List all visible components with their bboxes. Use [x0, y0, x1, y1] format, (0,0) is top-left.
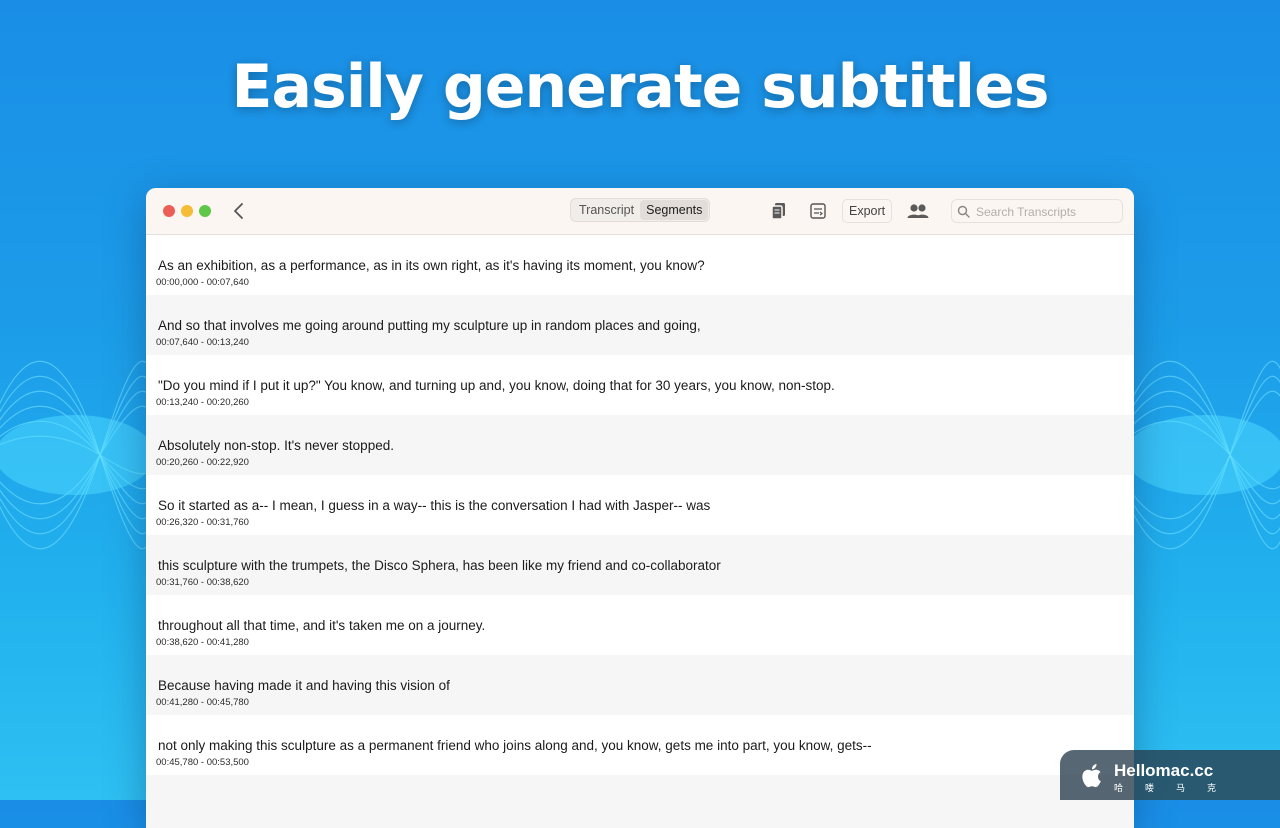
- segment-timestamp: 00:31,760 - 00:38,620: [156, 577, 249, 588]
- search-icon: [957, 205, 970, 218]
- segment-text: not only making this sculpture as a perm…: [158, 738, 872, 753]
- speakers-icon[interactable]: [906, 200, 930, 222]
- watermark-name: Hellomac.cc: [1114, 761, 1214, 780]
- tab-transcript[interactable]: Transcript: [573, 200, 640, 220]
- segment-text: And so that involves me going around put…: [158, 318, 701, 333]
- segment-text: "Do you mind if I put it up?" You know, …: [158, 378, 835, 393]
- segment-text: this sculpture with the trumpets, the Di…: [158, 558, 721, 573]
- tab-segments[interactable]: Segments: [640, 200, 709, 220]
- copy-documents-icon[interactable]: [768, 200, 790, 222]
- format-text-icon[interactable]: [807, 200, 829, 222]
- apple-logo-icon: [1082, 764, 1101, 788]
- headline: Easily generate subtitles: [231, 52, 1050, 122]
- segment-text: Absolutely non-stop. It's never stopped.: [158, 438, 394, 453]
- segment-text: Because having made it and having this v…: [158, 678, 450, 693]
- sound-wave-decoration-right: [1110, 360, 1280, 550]
- view-segmented-control: Transcript Segments: [570, 198, 710, 222]
- segment-timestamp: 00:00,000 - 00:07,640: [156, 277, 249, 288]
- search-field[interactable]: [951, 199, 1123, 223]
- segment-timestamp: 00:20,260 - 00:22,920: [156, 457, 249, 468]
- segment-row[interactable]: Absolutely non-stop. It's never stopped.…: [146, 415, 1134, 475]
- segment-row[interactable]: throughout all that time, and it's taken…: [146, 595, 1134, 655]
- segment-text: throughout all that time, and it's taken…: [158, 618, 486, 633]
- segment-timestamp: 00:07,640 - 00:13,240: [156, 337, 249, 348]
- segment-row[interactable]: As an exhibition, as a performance, as i…: [146, 235, 1134, 295]
- segment-timestamp: 00:41,280 - 00:45,780: [156, 697, 249, 708]
- segment-row[interactable]: Because having made it and having this v…: [146, 655, 1134, 715]
- segment-row[interactable]: And so that involves me going around put…: [146, 295, 1134, 355]
- segment-timestamp: 00:26,320 - 00:31,760: [156, 517, 249, 528]
- app-window: Transcript Segments Export Search Transc…: [146, 188, 1134, 828]
- segments-list: As an exhibition, as a performance, as i…: [146, 235, 1134, 828]
- segment-timestamp: 00:38,620 - 00:41,280: [156, 637, 249, 648]
- segment-timestamp: 00:45,780 - 00:53,500: [156, 757, 249, 768]
- sound-wave-decoration-left: [0, 360, 170, 550]
- back-chevron-icon[interactable]: [232, 201, 246, 221]
- segment-row[interactable]: this sculpture with the trumpets, the Di…: [146, 535, 1134, 595]
- segment-row[interactable]: "Do you mind if I put it up?" You know, …: [146, 355, 1134, 415]
- export-button[interactable]: Export: [842, 199, 893, 223]
- segment-row[interactable]: So it started as a-- I mean, I guess in …: [146, 475, 1134, 535]
- close-window-button[interactable]: [163, 205, 175, 217]
- segment-timestamp: 00:13,240 - 00:20,260: [156, 397, 249, 408]
- toolbar: Transcript Segments Export: [146, 188, 1134, 235]
- zoom-window-button[interactable]: [199, 205, 211, 217]
- segment-row[interactable]: [146, 775, 1134, 828]
- segment-row[interactable]: not only making this sculpture as a perm…: [146, 715, 1134, 775]
- segment-text: So it started as a-- I mean, I guess in …: [158, 498, 711, 513]
- watermark-badge: Hellomac.cc 哈喽马克: [1060, 750, 1280, 800]
- segment-text: As an exhibition, as a performance, as i…: [158, 258, 705, 273]
- search-input[interactable]: [974, 203, 1118, 221]
- minimize-window-button[interactable]: [181, 205, 193, 217]
- watermark-subtitle: 哈喽马克: [1114, 784, 1239, 794]
